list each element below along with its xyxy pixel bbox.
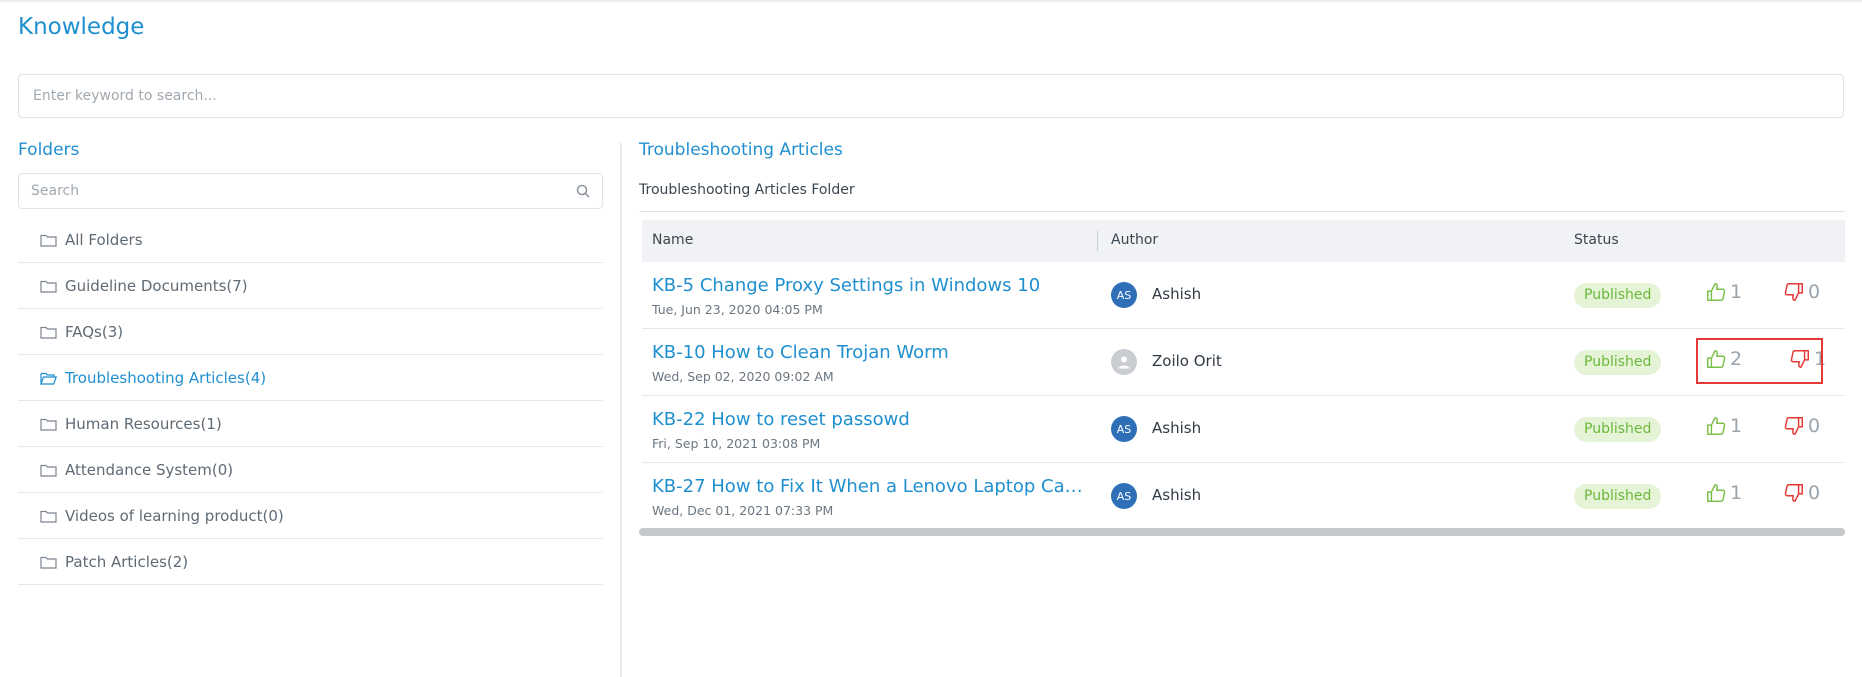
avatar: AS [1111, 416, 1137, 442]
thumbs-down-icon [1784, 484, 1803, 502]
article-title-link[interactable]: KB-10 How to Clean Trojan Worm [652, 342, 1097, 363]
folder-search [18, 173, 603, 209]
thumbs-down-icon [1784, 417, 1803, 435]
folders-title: Folders [18, 140, 80, 160]
folder-item-troubleshooting-articles[interactable]: Troubleshooting Articles(4) [18, 355, 603, 401]
dislike-count: 0 [1808, 415, 1821, 437]
article-title-link[interactable]: KB-22 How to reset passowd [652, 409, 1097, 430]
column-header-name[interactable]: Name [652, 232, 693, 248]
user-icon [1118, 356, 1130, 369]
status-badge: Published [1574, 417, 1662, 442]
author-name: Zoilo Orit [1152, 352, 1222, 370]
folder-label: Troubleshooting Articles(4) [65, 368, 267, 387]
keyword-search-input[interactable] [18, 74, 1844, 118]
status-badge: Published [1574, 350, 1662, 375]
folder-item-attendance-system[interactable]: Attendance System(0) [18, 447, 603, 493]
folder-item-guideline-documents[interactable]: Guideline Documents(7) [18, 263, 603, 309]
dislike-count: 0 [1808, 281, 1821, 303]
search-icon[interactable] [575, 183, 591, 199]
thumbs-up-icon [1707, 484, 1726, 502]
folder-icon [40, 464, 57, 477]
article-date: Wed, Dec 01, 2021 07:33 PM [652, 503, 834, 518]
like-count: 1 [1730, 415, 1743, 437]
folder-list: All Folders Guideline Documents(7) FAQs(… [18, 217, 603, 585]
article-date: Fri, Sep 10, 2021 03:08 PM [652, 436, 821, 451]
author-name: Ashish [1152, 486, 1202, 504]
like-button[interactable]: 1 [1705, 415, 1742, 437]
dislike-button[interactable]: 0 [1783, 482, 1820, 504]
column-header-author[interactable]: Author [1111, 232, 1158, 248]
table-row: KB-5 Change Proxy Settings in Windows 10… [642, 262, 1845, 329]
folder-label: Attendance System(0) [65, 460, 234, 479]
article-date: Tue, Jun 23, 2020 04:05 PM [652, 302, 823, 317]
avatar: AS [1111, 483, 1137, 509]
folder-icon [40, 510, 57, 523]
panel-divider[interactable] [620, 143, 622, 677]
table-header: Name Author Status [642, 220, 1845, 262]
author-name: Ashish [1152, 285, 1202, 303]
article-title-link[interactable]: KB-27 How to Fix It When a Lenovo Laptop… [652, 476, 1097, 497]
articles-table: Name Author Status KB-5 Change Proxy Set… [642, 220, 1845, 530]
folder-label: Human Resources(1) [65, 414, 222, 433]
dislike-button[interactable]: 0 [1783, 415, 1820, 437]
folder-item-patch-articles[interactable]: Patch Articles(2) [18, 539, 603, 585]
folder-label: FAQs(3) [65, 322, 124, 341]
folder-icon [40, 234, 57, 247]
status-badge: Published [1574, 283, 1662, 308]
vote-highlight-box [1696, 338, 1823, 384]
like-count: 1 [1730, 281, 1743, 303]
folder-item-human-resources[interactable]: Human Resources(1) [18, 401, 603, 447]
table-row: KB-27 How to Fix It When a Lenovo Laptop… [642, 463, 1845, 530]
status-badge: Published [1574, 484, 1662, 509]
folder-search-input[interactable] [18, 173, 603, 209]
thumbs-down-icon [1784, 283, 1803, 301]
article-title-link[interactable]: KB-5 Change Proxy Settings in Windows 10 [652, 275, 1097, 296]
folder-item-videos-of-learning-product[interactable]: Videos of learning product(0) [18, 493, 603, 539]
horizontal-scrollbar[interactable] [639, 528, 1845, 536]
thumbs-up-icon [1707, 417, 1726, 435]
like-button[interactable]: 1 [1705, 482, 1742, 504]
table-row: KB-22 How to reset passowd Fri, Sep 10, … [642, 396, 1845, 463]
dislike-count: 0 [1808, 482, 1821, 504]
like-button[interactable]: 1 [1705, 281, 1742, 303]
article-date: Wed, Sep 02, 2020 09:02 AM [652, 369, 834, 384]
thumbs-up-icon [1707, 283, 1726, 301]
like-count: 1 [1730, 482, 1743, 504]
page-title: Knowledge [18, 14, 145, 40]
author-name: Ashish [1152, 419, 1202, 437]
table-row: KB-10 How to Clean Trojan Worm Wed, Sep … [642, 329, 1845, 396]
articles-subtitle: Troubleshooting Articles Folder [639, 182, 855, 198]
folder-icon [40, 326, 57, 339]
folder-label: Videos of learning product(0) [65, 506, 284, 525]
folder-item-faqs[interactable]: FAQs(3) [18, 309, 603, 355]
folder-label: All Folders [65, 230, 143, 249]
folder-label: Guideline Documents(7) [65, 276, 248, 295]
folder-icon [40, 418, 57, 431]
folder-label: Patch Articles(2) [65, 552, 189, 571]
folder-icon [40, 556, 57, 569]
folder-open-icon [40, 372, 57, 385]
column-header-status[interactable]: Status [1574, 232, 1619, 248]
articles-title: Troubleshooting Articles [639, 140, 843, 160]
avatar: AS [1111, 282, 1137, 308]
avatar [1111, 349, 1137, 375]
folder-icon [40, 280, 57, 293]
top-shadow [0, 0, 1862, 3]
folder-item-all-folders[interactable]: All Folders [18, 217, 603, 263]
column-resize-handle[interactable] [1097, 231, 1098, 251]
dislike-button[interactable]: 0 [1783, 281, 1820, 303]
divider [639, 211, 1845, 212]
